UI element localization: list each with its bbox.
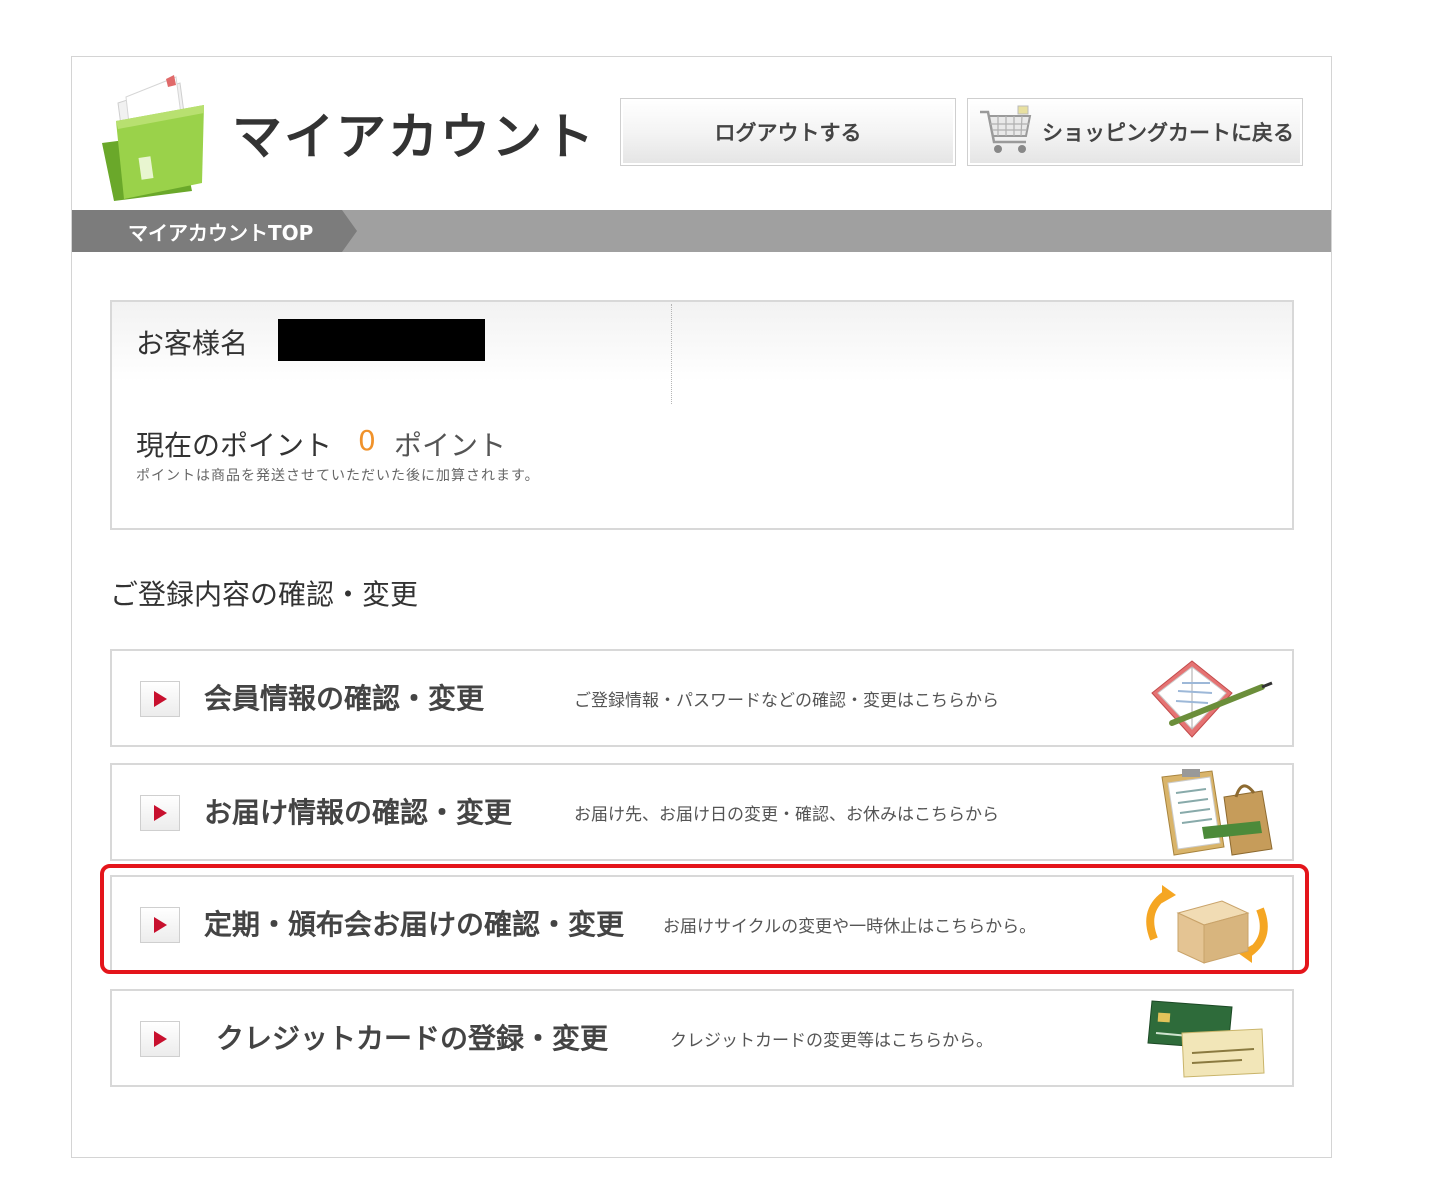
menu-item-credit-card[interactable]: クレジットカードの登録・変更 クレジットカードの変更等はこちらから。 xyxy=(110,989,1294,1087)
play-arrow-icon xyxy=(140,907,180,943)
points-label: 現在のポイント xyxy=(136,429,333,462)
back-to-cart-label: ショッピングカートに戻る xyxy=(1042,121,1294,145)
play-arrow-icon xyxy=(140,1021,180,1057)
points-unit: ポイント xyxy=(394,429,507,462)
account-panel: マイアカウント ログアウトする ショッピングカートに戻る マイアカウントTOP … xyxy=(71,56,1332,1158)
menu-item-desc: お届けサイクルの変更や一時休止はこちらから。 xyxy=(663,917,1037,937)
folder-icon xyxy=(102,75,204,201)
menu-item-title: お届け情報の確認・変更 xyxy=(204,796,513,829)
divider xyxy=(671,304,672,404)
customer-info-box: お客様名 現在のポイント 0 ポイント ポイントは商品を発送させていただいた後に… xyxy=(110,300,1294,530)
logout-button[interactable]: ログアウトする xyxy=(620,98,956,166)
logout-label: ログアウトする xyxy=(714,121,862,145)
menu-item-title: 会員情報の確認・変更 xyxy=(204,682,485,715)
page-title: マイアカウント xyxy=(232,108,596,166)
play-arrow-icon xyxy=(140,681,180,717)
menu-item-desc: お届け先、お届け日の変更・確認、お休みはこちらから xyxy=(574,805,999,825)
menu-item-desc: クレジットカードの変更等はこちらから。 xyxy=(670,1031,993,1051)
credit-card-icon xyxy=(1147,1000,1265,1078)
menu-item-delivery-info[interactable]: お届け情報の確認・変更 お届け先、お届け日の変更・確認、お休みはこちらから xyxy=(110,763,1294,861)
back-to-cart-button[interactable]: ショッピングカートに戻る xyxy=(967,98,1303,166)
points-note: ポイントは商品を発送させていただいた後に加算されます。 xyxy=(136,468,540,484)
breadcrumb-item-current[interactable]: マイアカウントTOP xyxy=(72,210,357,252)
section-title: ご登録内容の確認・変更 xyxy=(110,578,419,611)
menu-item-title: クレジットカードの登録・変更 xyxy=(216,1022,609,1055)
clipboard-bag-icon xyxy=(1161,769,1273,856)
notebook-pen-icon xyxy=(1151,660,1273,738)
points-value: 0 xyxy=(358,424,376,457)
menu-item-desc: ご登録情報・パスワードなどの確認・変更はこちらから xyxy=(574,691,999,711)
menu-item-member-info[interactable]: 会員情報の確認・変更 ご登録情報・パスワードなどの確認・変更はこちらから xyxy=(110,649,1294,747)
breadcrumb: マイアカウントTOP xyxy=(72,210,1331,252)
box-cycle-icon xyxy=(1146,885,1268,964)
shopping-cart-icon xyxy=(980,105,1032,153)
customer-name-label: お客様名 xyxy=(136,327,249,360)
menu-item-subscription[interactable]: 定期・頒布会お届けの確認・変更 お届けサイクルの変更や一時休止はこちらから。 xyxy=(110,875,1294,973)
play-arrow-icon xyxy=(140,795,180,831)
menu-item-title: 定期・頒布会お届けの確認・変更 xyxy=(204,908,625,941)
customer-name-redacted xyxy=(278,319,485,361)
